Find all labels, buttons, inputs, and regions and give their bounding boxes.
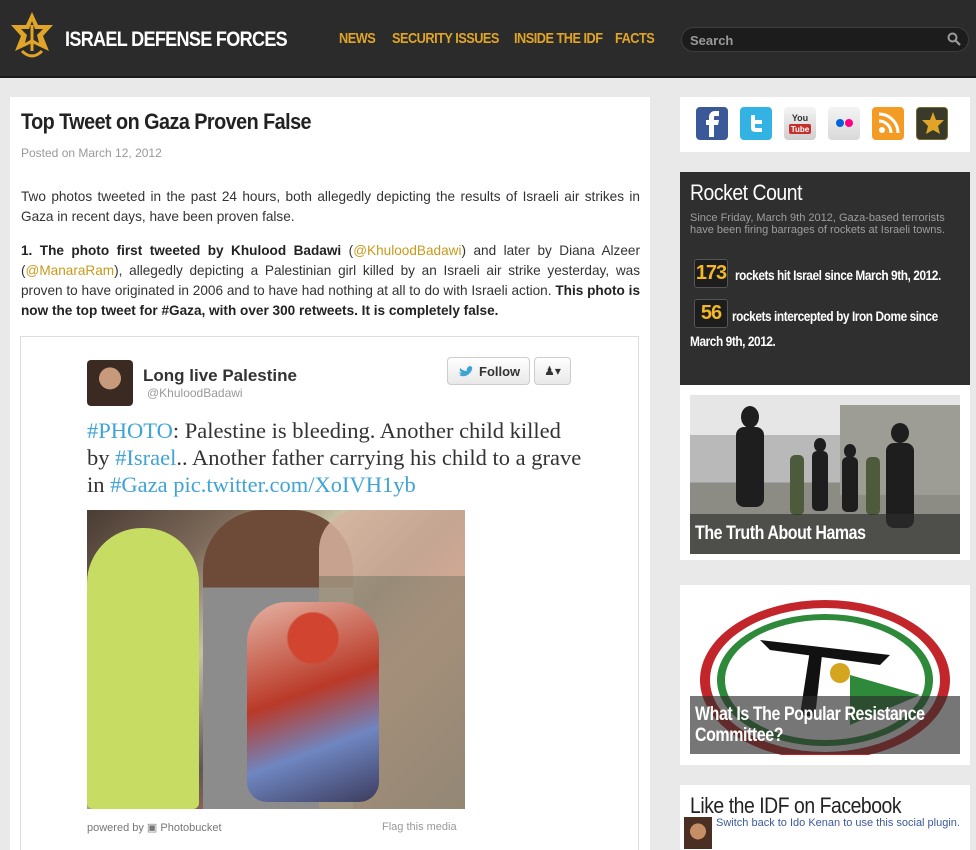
hashtag-gaza: #Gaza (110, 472, 168, 497)
manararam-link[interactable]: @ManaraRam (26, 263, 115, 278)
follow-button: Follow (447, 357, 530, 385)
promo-caption[interactable]: The Truth About Hamas (690, 514, 960, 554)
tweet-avatar (87, 360, 133, 406)
hashtag-photo: #PHOTO (87, 418, 173, 443)
site-title[interactable]: ISRAEL DEFENSE FORCES (65, 28, 288, 52)
follow-label: Follow (479, 364, 521, 379)
search-input[interactable]: Search (681, 27, 969, 52)
promo-caption-line-1: What Is The Popular Resistance (695, 704, 925, 725)
twitter-bird-icon (459, 366, 474, 377)
article-title[interactable]: Top Tweet on Gaza Proven False (21, 109, 312, 135)
flickr-icon[interactable] (828, 107, 860, 140)
search-placeholder: Search (690, 33, 734, 48)
facebook-widget: Like the IDF on Facebook Switch back to … (680, 785, 970, 850)
svg-text:You: You (792, 113, 808, 123)
post-date: Posted on March 12, 2012 (21, 146, 162, 160)
rss-icon[interactable] (872, 107, 904, 140)
tweet-text: #PHOTO: Palestine is bleeding. Another c… (87, 417, 587, 498)
rocket-count-widget: Rocket Count Since Friday, March 9th 201… (680, 172, 970, 392)
facebook-widget-title: Like the IDF on Facebook (690, 793, 902, 818)
rockets-intercepted-label: rockets intercepted by Iron Dome since (732, 309, 938, 324)
tweet-author-name: Long live Palestine (143, 366, 297, 385)
tweet-author-handle: @KhuloodBadawi (147, 386, 243, 400)
photo-figure-woman (87, 528, 199, 809)
nav-facts[interactable]: FACTS (615, 30, 655, 47)
nav-security-issues[interactable]: SECURITY ISSUES (392, 30, 499, 47)
idf-logo-icon[interactable] (8, 11, 56, 63)
prc-promo-image[interactable]: What Is The Popular Resistance Committee… (690, 595, 960, 755)
youtube-icon[interactable]: You Tube (784, 107, 816, 140)
article-paragraph-2: 1. The photo first tweeted by Khulood Ba… (21, 241, 640, 321)
facebook-switch-user-link[interactable]: Switch back to Ido Kenan to use this soc… (716, 817, 960, 829)
photo-figure-child (247, 602, 379, 802)
paragraph-text: ( (341, 243, 354, 258)
user-menu-caret: ▾ (554, 364, 561, 378)
rockets-hit-count: 173 (694, 259, 728, 288)
nav-news[interactable]: NEWS (339, 30, 376, 47)
hamas-promo-image[interactable]: The Truth About Hamas (690, 395, 960, 554)
rocket-count-title: Rocket Count (690, 180, 803, 205)
promo-truth-about-hamas: The Truth About Hamas (680, 385, 970, 560)
site-header: ISRAEL DEFENSE FORCES NEWS SECURITY ISSU… (0, 0, 976, 78)
promo-popular-resistance: What Is The Popular Resistance Committee… (680, 585, 970, 765)
tweet-media-link: pic.twitter.com/XoIVH1yb (173, 472, 416, 497)
search-icon[interactable] (947, 32, 961, 46)
khulood-badawi-link[interactable]: @KhuloodBadawi (353, 243, 461, 258)
rockets-intercepted-count: 56 (694, 299, 728, 328)
social-icons: You Tube (680, 97, 970, 152)
rockets-hit-label: rockets hit Israel since March 9th, 2012… (735, 268, 941, 283)
rocket-count-subtitle: Since Friday, March 9th 2012, Gaza-based… (690, 212, 945, 236)
tweet-screenshot: Long live Palestine @KhuloodBadawi Follo… (20, 336, 639, 850)
article-paragraph-1: Two photos tweeted in the past 24 hours,… (21, 189, 640, 224)
paragraph-bold-lead: 1. The photo first tweeted by Khulood Ba… (21, 243, 342, 258)
tweet-photo (87, 510, 465, 809)
paragraph-text: ), allegedly depicting a Palestinian gir… (21, 263, 640, 298)
promo-caption-line-2: Committee? (695, 725, 784, 746)
user-icon: ♟ (544, 364, 555, 378)
twitter-icon[interactable] (740, 107, 772, 140)
svg-text:Tube: Tube (791, 125, 810, 134)
facebook-user-avatar (684, 817, 712, 849)
promo-caption-text: The Truth About Hamas (695, 523, 866, 544)
rockets-intercepted-label-2: March 9th, 2012. (690, 334, 776, 349)
facebook-icon[interactable] (696, 107, 728, 140)
promo-caption[interactable]: What Is The Popular Resistance Committee… (690, 696, 960, 754)
article: Top Tweet on Gaza Proven False Posted on… (10, 97, 650, 850)
flag-media-link: Flag this media (382, 821, 457, 833)
nav-inside-the-idf[interactable]: INSIDE THE IDF (514, 30, 603, 47)
idf-icon[interactable] (916, 107, 948, 140)
user-menu-button: ♟▾ (534, 357, 571, 385)
hashtag-israel: #Israel (115, 445, 177, 470)
photobucket-credit: powered by ▣ Photobucket (87, 822, 222, 834)
